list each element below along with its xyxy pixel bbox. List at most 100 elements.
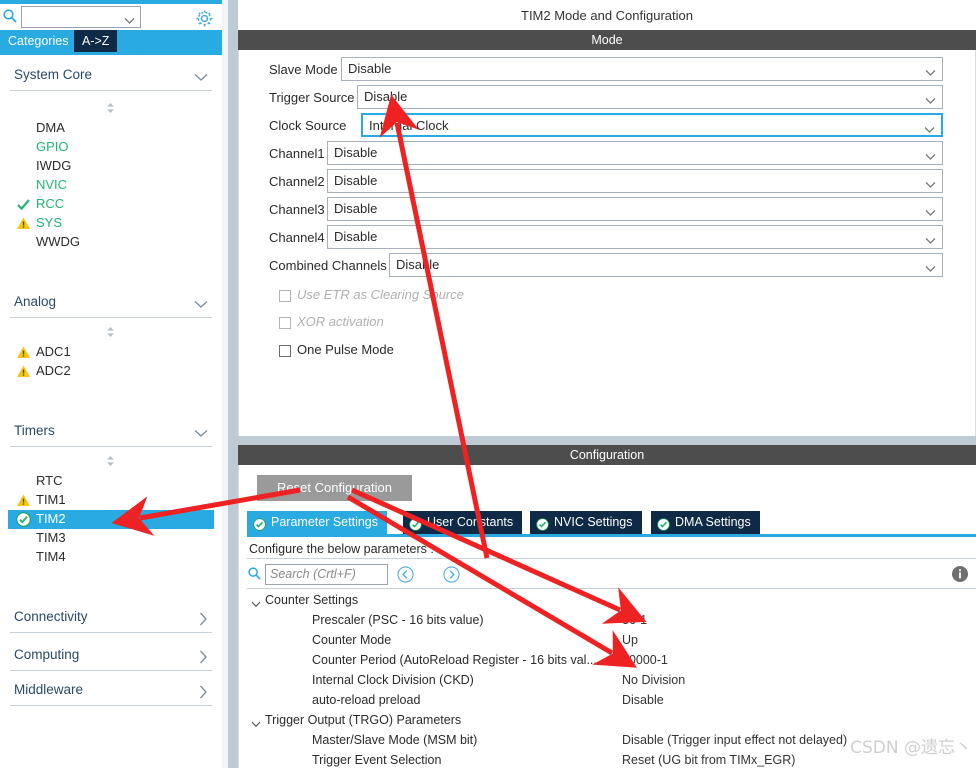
- item-label: TIM1: [36, 492, 66, 507]
- item-label: GPIO: [36, 139, 69, 154]
- row-channel3: Channel3 Disable: [239, 197, 976, 225]
- sidebar-item-sys[interactable]: SYS: [8, 214, 214, 233]
- slave-mode-select[interactable]: Disable: [341, 57, 943, 81]
- scroll-updown-icon[interactable]: [104, 326, 117, 338]
- sidebar-group-analog[interactable]: Analog: [10, 290, 212, 318]
- warning-icon: [16, 345, 31, 360]
- scroll-updown-icon[interactable]: [104, 102, 117, 114]
- scroll-updown-icon[interactable]: [104, 455, 117, 467]
- param-group-label: Trigger Output (TRGO) Parameters: [265, 713, 462, 727]
- tab-label: NVIC Settings: [554, 515, 633, 529]
- sidebar-item-nvic[interactable]: NVIC: [8, 176, 214, 195]
- sidebar-item-gpio[interactable]: GPIO: [8, 138, 214, 157]
- param-row-clock-division[interactable]: Internal Clock Division (CKD) No Divisio…: [247, 671, 976, 691]
- row-channel1: Channel1 Disable: [239, 141, 976, 169]
- item-label: NVIC: [36, 177, 68, 192]
- item-label: SYS: [36, 215, 63, 230]
- param-name: Counter Period (AutoReload Register - 16…: [312, 653, 597, 667]
- tab-dma-settings[interactable]: DMA Settings: [651, 511, 760, 534]
- sidebar-item-adc1[interactable]: ADC1: [8, 343, 214, 362]
- group-label: Computing: [14, 647, 80, 662]
- chevron-right-icon: [199, 612, 208, 629]
- group-label: Connectivity: [14, 609, 88, 624]
- row-channel2: Channel2 Disable: [239, 169, 976, 197]
- sidebar-item-iwdg[interactable]: IWDG: [8, 157, 214, 176]
- sidebar-item-dma[interactable]: DMA: [8, 119, 214, 138]
- chevron-down-icon: [251, 596, 261, 611]
- sidebar-group-timers[interactable]: Timers: [10, 419, 212, 447]
- sidebar-item-tim3[interactable]: TIM3: [8, 529, 214, 548]
- sidebar-group-system-core[interactable]: System Core: [10, 63, 212, 91]
- item-label: RTC: [36, 473, 63, 488]
- channel4-select[interactable]: Disable: [327, 225, 943, 249]
- sidebar-item-adc2[interactable]: ADC2: [8, 362, 214, 381]
- sidebar-group-connectivity[interactable]: Connectivity: [10, 605, 212, 633]
- gear-icon[interactable]: [195, 9, 214, 28]
- item-label: TIM2: [36, 511, 66, 526]
- sidebar-item-tim4[interactable]: TIM4: [8, 548, 214, 567]
- field-value: Disable: [348, 61, 392, 76]
- field-value: Disable: [334, 201, 378, 216]
- checkbox-box[interactable]: [279, 345, 291, 357]
- item-label: ADC2: [36, 363, 71, 378]
- next-match-icon[interactable]: [443, 566, 460, 583]
- sidebar-item-tim1[interactable]: TIM1: [8, 491, 214, 510]
- chevron-down-icon: [925, 205, 936, 220]
- tab-label: DMA Settings: [675, 515, 751, 529]
- param-row-counter-period[interactable]: Counter Period (AutoReload Register - 16…: [247, 651, 976, 671]
- checkbox-box[interactable]: [279, 290, 291, 302]
- warning-icon: [16, 216, 31, 231]
- tab-categories[interactable]: Categories: [0, 30, 77, 52]
- configuration-tabstrip: Parameter Settings User Constants NVIC S…: [247, 511, 976, 534]
- reset-configuration-button[interactable]: Reset Configuration: [257, 475, 412, 501]
- sidebar-tab-underline: [0, 52, 222, 55]
- search-icon: [2, 8, 18, 24]
- tab-label: User Constants: [427, 515, 514, 529]
- param-group-trgo-parameters[interactable]: Trigger Output (TRGO) Parameters: [247, 711, 976, 731]
- tab-parameter-settings[interactable]: Parameter Settings: [247, 511, 387, 534]
- checkbox-use-etr-clearing-source[interactable]: Use ETR as Clearing Source: [239, 285, 976, 311]
- sidebar-item-rcc[interactable]: RCC: [8, 195, 214, 214]
- tab-user-constants[interactable]: User Constants: [403, 511, 523, 534]
- item-label: IWDG: [36, 158, 72, 173]
- group-label: Analog: [14, 294, 57, 309]
- tab-nvic-settings[interactable]: NVIC Settings: [530, 511, 642, 534]
- channel3-select[interactable]: Disable: [327, 197, 943, 221]
- prev-match-icon[interactable]: [397, 566, 414, 583]
- checkbox-box[interactable]: [279, 317, 291, 329]
- field-label: Clock Source: [269, 118, 347, 133]
- chevron-down-icon: [925, 65, 936, 80]
- sidebar-search-input[interactable]: [21, 6, 141, 28]
- checkbox-xor-activation[interactable]: XOR activation: [239, 312, 976, 338]
- configuration-section-header: Configuration: [238, 445, 976, 465]
- clock-source-select[interactable]: Internal Clock: [361, 113, 943, 137]
- param-name: Counter Mode: [312, 633, 392, 647]
- param-group-counter-settings[interactable]: Counter Settings: [247, 591, 976, 611]
- info-icon[interactable]: [951, 565, 969, 583]
- channel2-select[interactable]: Disable: [327, 169, 943, 193]
- parameter-search-input[interactable]: Search (Crtl+F): [265, 564, 388, 585]
- param-row-prescaler[interactable]: Prescaler (PSC - 16 bits value) 36-1: [247, 611, 976, 631]
- param-row-auto-reload-preload[interactable]: auto-reload preload Disable: [247, 691, 976, 711]
- sidebar-item-rtc[interactable]: RTC: [8, 472, 214, 491]
- channel1-select[interactable]: Disable: [327, 141, 943, 165]
- param-value: Disable: [622, 693, 664, 707]
- sidebar-group-computing[interactable]: Computing: [10, 643, 212, 671]
- sidebar-item-wwdg[interactable]: WWDG: [8, 233, 214, 252]
- checkbox-one-pulse-mode[interactable]: One Pulse Mode: [239, 340, 976, 366]
- field-value: Disable: [334, 145, 378, 160]
- param-name: auto-reload preload: [312, 693, 421, 707]
- tab-a-to-z[interactable]: A->Z: [74, 30, 118, 52]
- configuration-section-body: Reset Configuration Parameter Settings U…: [238, 465, 976, 768]
- combined-channels-select[interactable]: Disable: [389, 253, 943, 277]
- sidebar-group-middleware[interactable]: Middleware: [10, 678, 212, 706]
- param-row-counter-mode[interactable]: Counter Mode Up: [247, 631, 976, 651]
- chevron-down-icon: [925, 177, 936, 192]
- field-label: Channel3: [269, 202, 325, 217]
- panel-splitter-handle[interactable]: [228, 0, 238, 768]
- row-channel4: Channel4 Disable: [239, 225, 976, 253]
- row-slave-mode: Slave Mode Disable: [239, 57, 976, 85]
- group-label: Timers: [14, 423, 55, 438]
- sidebar-item-tim2[interactable]: TIM2: [8, 510, 214, 529]
- trigger-source-select[interactable]: Disable: [357, 85, 943, 109]
